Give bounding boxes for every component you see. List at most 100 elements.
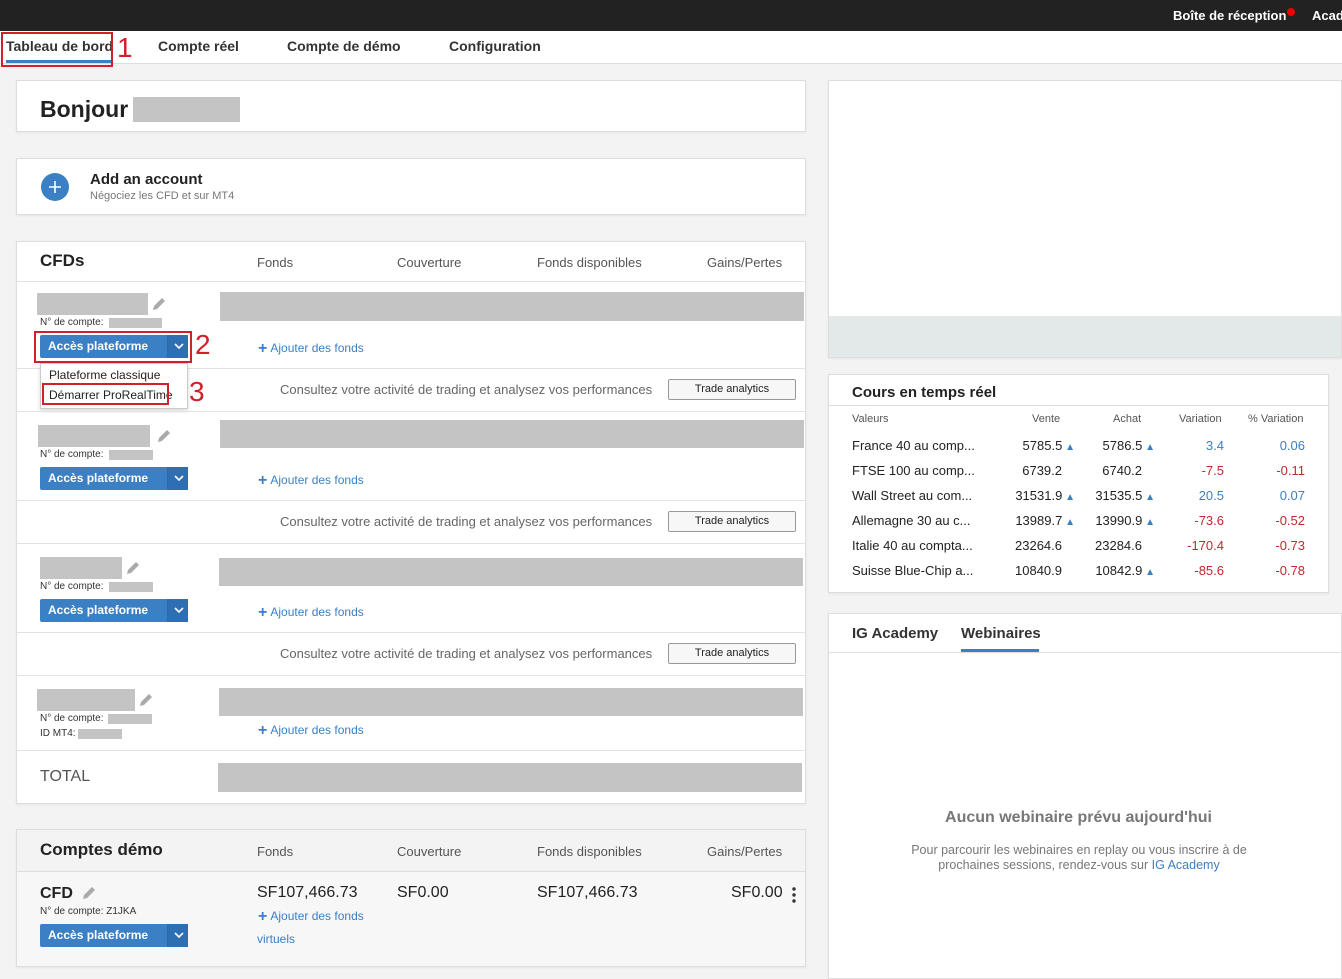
trade-analytics-button[interactable]: Trade analytics bbox=[668, 643, 796, 664]
quote-row[interactable]: Suisse Blue-Chip a... 10840.9 10842.9 ▲ -85… bbox=[852, 559, 1312, 583]
mt4-id-label: ID MT4: bbox=[40, 728, 76, 739]
more-options-icon[interactable] bbox=[791, 887, 797, 903]
add-funds-link[interactable]: + Ajouter des fonds bbox=[258, 472, 364, 490]
quote-pct: 0.07 bbox=[1279, 488, 1305, 503]
trade-analytics-button[interactable]: Trade analytics bbox=[668, 379, 796, 400]
inbox-link[interactable]: Boîte de réception bbox=[1173, 8, 1286, 23]
quote-name: Wall Street au com... bbox=[852, 488, 973, 503]
quote-name: France 40 au comp... bbox=[852, 438, 975, 453]
redacted-total bbox=[218, 763, 802, 792]
banner-footer bbox=[829, 316, 1341, 357]
redacted-account-number bbox=[109, 318, 162, 328]
quote-change: -170.4 bbox=[1187, 538, 1224, 553]
platform-access-button[interactable]: Accès plateforme bbox=[40, 924, 188, 947]
menu-item-classic-platform[interactable]: Plateforme classique bbox=[49, 368, 160, 382]
up-arrow-icon: ▲ bbox=[1062, 517, 1075, 528]
quotes-col-pct: % Variation bbox=[1248, 413, 1304, 425]
banner-card bbox=[828, 80, 1342, 358]
redacted-name bbox=[133, 97, 240, 122]
divider bbox=[16, 675, 806, 676]
platform-access-label: Accès plateforme bbox=[48, 471, 149, 485]
platform-access-button[interactable]: Accès plateforme bbox=[40, 599, 188, 622]
tab-webinars[interactable]: Webinaires bbox=[961, 625, 1041, 642]
annotation-box-1 bbox=[1, 32, 113, 67]
platform-access-button[interactable]: Accès plateforme bbox=[40, 467, 188, 490]
dropdown-toggle[interactable] bbox=[167, 924, 188, 947]
quote-sell: 31531.9 ▲ bbox=[1015, 488, 1075, 503]
quote-row[interactable]: France 40 au comp... 5785.5 ▲ 5786.5 ▲ 3.4 0… bbox=[852, 434, 1312, 458]
tab-demo-account[interactable]: Compte de démo bbox=[287, 38, 401, 54]
academy-link[interactable]: Acad bbox=[1312, 8, 1342, 23]
annotation-number-3: 3 bbox=[189, 376, 205, 407]
quote-row[interactable]: Wall Street au com... 31531.9 ▲ 31535.5 ▲ 2… bbox=[852, 484, 1312, 508]
quote-name: Italie 40 au compta... bbox=[852, 538, 973, 553]
edit-icon[interactable] bbox=[138, 692, 154, 708]
account-number-label: N° de compte: bbox=[40, 713, 104, 724]
add-funds-link[interactable]: + Ajouter des fonds bbox=[258, 604, 364, 622]
dropdown-toggle[interactable] bbox=[167, 467, 188, 490]
add-virtual-funds-link[interactable]: + Ajouter des fonds bbox=[258, 908, 364, 926]
notification-dot bbox=[1287, 8, 1295, 16]
up-arrow-icon: ▲ bbox=[1062, 442, 1075, 453]
add-account-subtitle: Négociez les CFD et sur MT4 bbox=[90, 190, 235, 202]
quote-sell: 10840.9 bbox=[1015, 563, 1062, 578]
quote-buy: 10842.9 ▲ bbox=[1095, 563, 1155, 578]
redacted-account-name bbox=[38, 425, 150, 447]
tab-ig-academy[interactable]: IG Academy bbox=[852, 625, 938, 642]
edit-icon[interactable] bbox=[125, 560, 141, 576]
quote-row[interactable]: Italie 40 au compta... 23264.6 23284.6 -170… bbox=[852, 534, 1312, 558]
quote-row[interactable]: FTSE 100 au comp... 6739.2 6740.2 -7.5 -0.11 bbox=[852, 459, 1312, 483]
quote-buy: 6740.2 bbox=[1102, 463, 1142, 478]
platform-access-label: Accès plateforme bbox=[48, 603, 149, 617]
add-account-title[interactable]: Add an account bbox=[90, 171, 203, 188]
col-funds: Fonds bbox=[257, 255, 294, 270]
ig-academy-link[interactable]: IG Academy bbox=[1152, 858, 1220, 872]
quotes-col-change: Variation bbox=[1179, 413, 1222, 425]
tab-configuration[interactable]: Configuration bbox=[449, 38, 541, 54]
top-bar: Boîte de réception Acad bbox=[0, 0, 1342, 31]
quote-name: Allemagne 30 au c... bbox=[852, 513, 971, 528]
quotes-col-buy: Achat bbox=[1113, 413, 1142, 425]
edit-icon[interactable] bbox=[81, 885, 97, 901]
redacted-values bbox=[219, 558, 803, 586]
col-available: Fonds disponibles bbox=[537, 844, 642, 859]
quote-buy: 31535.5 ▲ bbox=[1095, 488, 1155, 503]
demo-account-number: N° de compte: Z1JKA bbox=[40, 906, 137, 917]
add-funds-link[interactable]: + Ajouter des fonds bbox=[258, 340, 364, 358]
col-pnl: Gains/Pertes bbox=[707, 844, 783, 859]
demo-funds-value: SF107,466.73 bbox=[257, 884, 358, 901]
col-available: Fonds disponibles bbox=[537, 255, 642, 270]
add-virtual-funds-suffix[interactable]: virtuels bbox=[257, 932, 295, 946]
no-webinar-title: Aucun webinaire prévu aujourd'hui bbox=[945, 809, 1212, 826]
trade-analytics-button[interactable]: Trade analytics bbox=[668, 511, 796, 532]
add-funds-link[interactable]: + Ajouter des fonds bbox=[258, 722, 364, 740]
greeting-title: Bonjour bbox=[40, 96, 129, 122]
quote-change: -85.6 bbox=[1194, 563, 1224, 578]
quote-change: -7.5 bbox=[1201, 463, 1224, 478]
quotes-col-name: Valeurs bbox=[852, 413, 889, 425]
quote-sell: 13989.7 ▲ bbox=[1015, 513, 1075, 528]
col-cover: Couverture bbox=[397, 255, 462, 270]
quote-row[interactable]: Allemagne 30 au c... 13989.7 ▲ 13990.9 ▲ -7… bbox=[852, 509, 1312, 533]
demo-title: Comptes démo bbox=[40, 840, 163, 859]
edit-icon[interactable] bbox=[156, 428, 172, 444]
add-icon[interactable] bbox=[41, 173, 69, 201]
annotation-box-3 bbox=[42, 383, 169, 405]
dropdown-toggle[interactable] bbox=[167, 599, 188, 622]
divider bbox=[16, 543, 806, 544]
col-cover: Couverture bbox=[397, 844, 462, 859]
chevron-down-icon bbox=[174, 607, 184, 614]
redacted-values bbox=[219, 688, 803, 716]
redacted-account-name bbox=[37, 293, 148, 315]
tab-live-account[interactable]: Compte réel bbox=[158, 38, 239, 54]
account-number-label: N° de compte: bbox=[40, 449, 104, 460]
edit-icon[interactable] bbox=[151, 296, 167, 312]
quote-sell: 6739.2 bbox=[1022, 463, 1062, 478]
demo-available-value: SF107,466.73 bbox=[537, 884, 638, 901]
greeting-card: Bonjour bbox=[16, 80, 806, 132]
main-nav: Tableau de bord Compte réel Compte de dé… bbox=[0, 31, 1342, 64]
quote-change: 3.4 bbox=[1205, 438, 1224, 453]
add-account-card[interactable]: Add an account Négociez les CFD et sur M… bbox=[16, 158, 806, 215]
academy-card bbox=[828, 613, 1342, 979]
quote-pct: -0.11 bbox=[1276, 463, 1305, 478]
